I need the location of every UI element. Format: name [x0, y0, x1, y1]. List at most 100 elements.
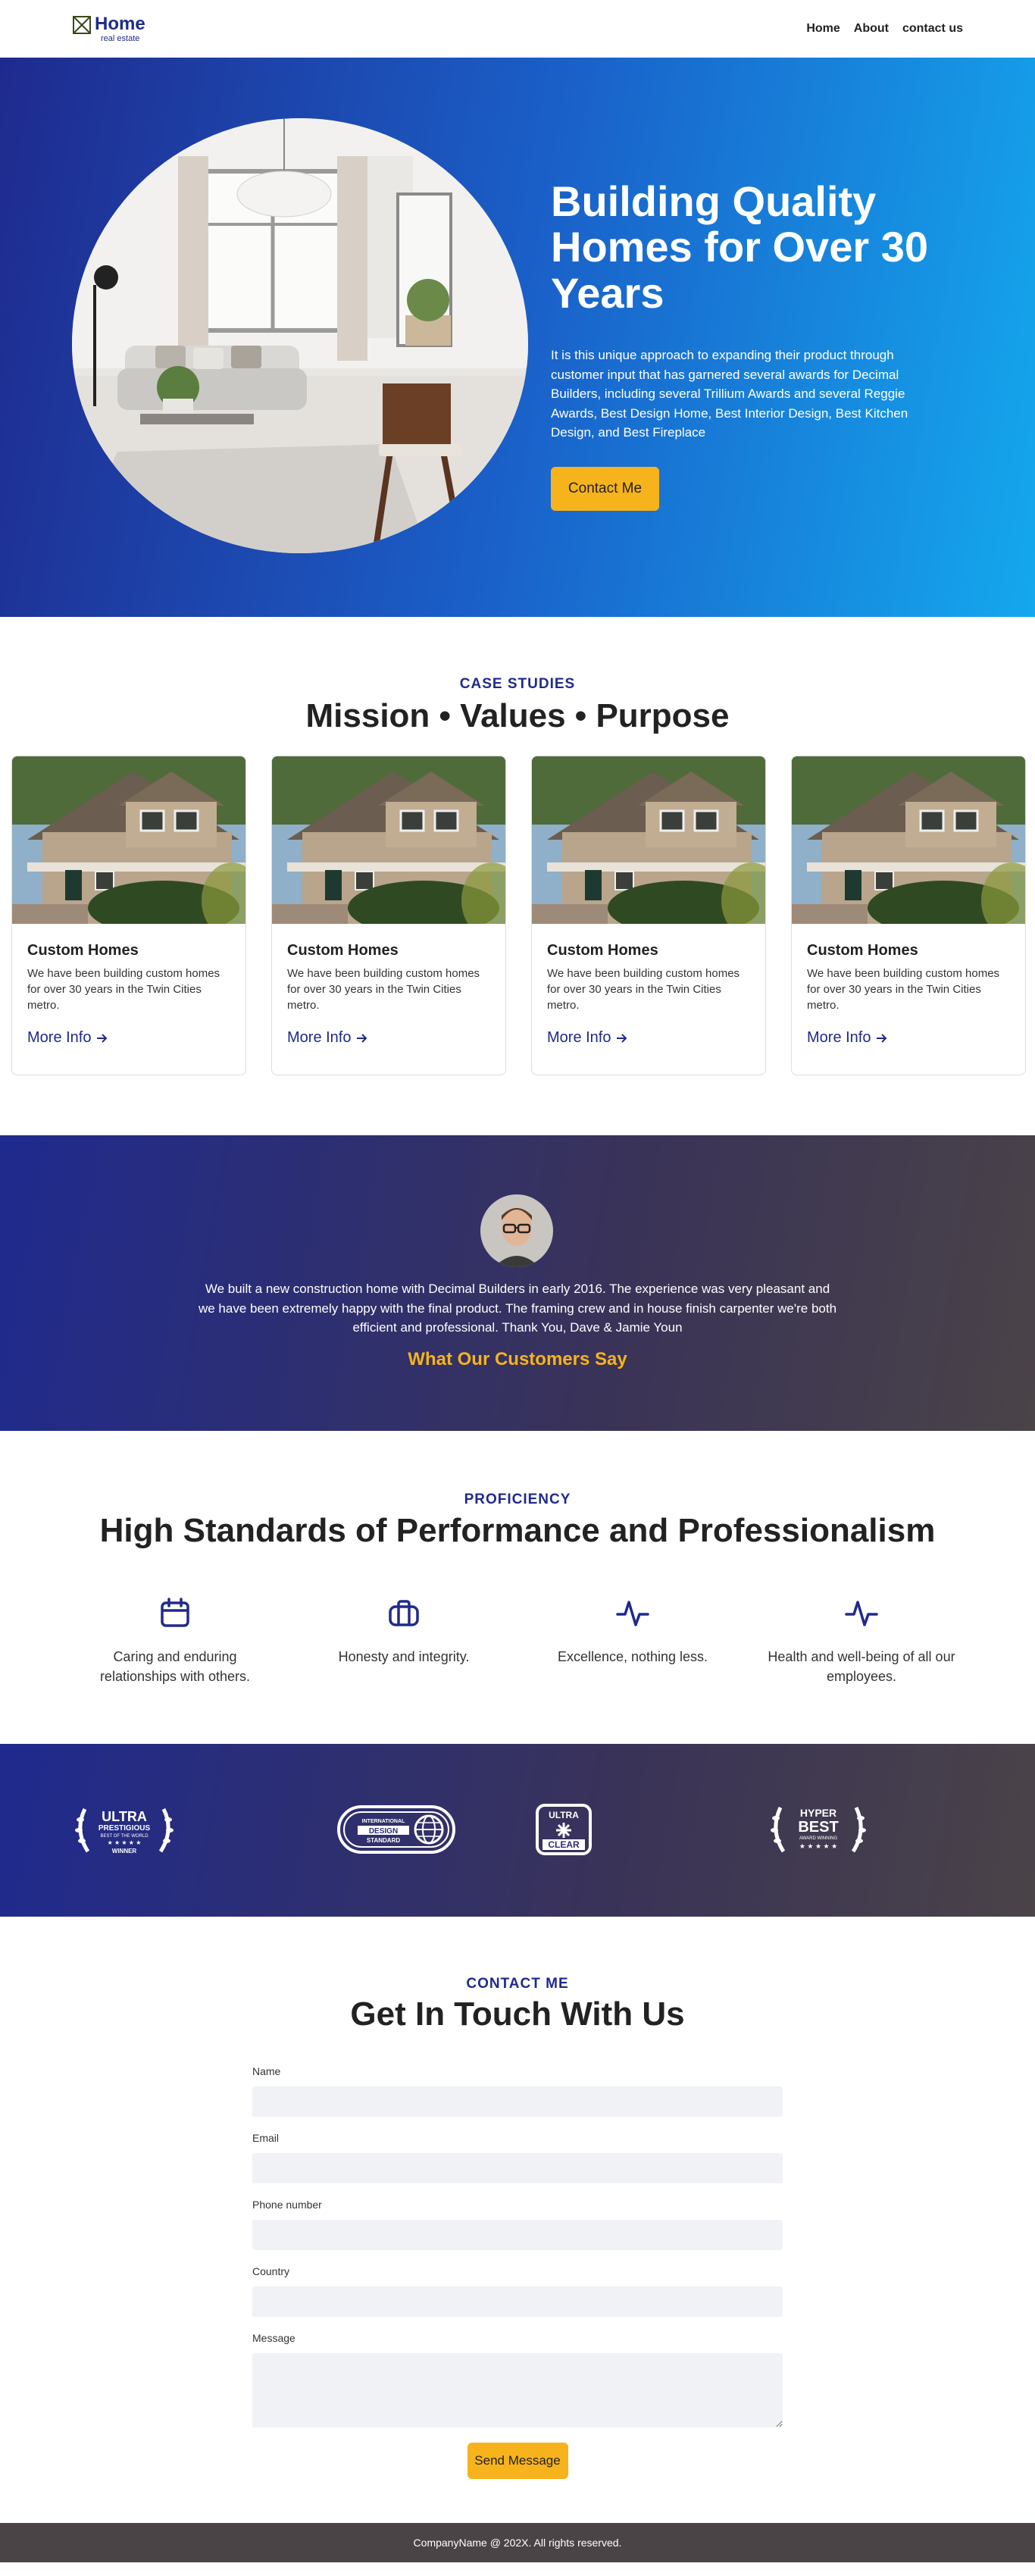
feature-text: Caring and enduring relationships with o…	[99, 1649, 251, 1685]
feature-item: Excellence, nothing less.	[518, 1596, 747, 1686]
contact-title: Get In Touch With Us	[350, 1995, 685, 2033]
more-info-link[interactable]: More Info	[287, 1029, 367, 1047]
arrow-right-icon	[877, 1033, 887, 1043]
name-field[interactable]	[252, 2086, 783, 2117]
nav-link-about[interactable]: About	[854, 22, 889, 36]
proficiency-title: High Standards of Performance and Profes…	[99, 1512, 936, 1549]
awards-section: ULTRA PRESTIGIOUS BEST OF THE WORLD ★ ★ …	[0, 1744, 1035, 1917]
more-info-label: More Info	[547, 1029, 611, 1046]
case-studies-title: Mission • Values • Purpose	[305, 697, 730, 734]
testimonial-section: We built a new construction home with De…	[0, 1135, 1035, 1431]
award-1-line2: PRESTIGIOUS	[98, 1824, 151, 1833]
laurel-award-icon: HYPER BEST AWARD WINNING ★ ★ ★ ★ ★	[771, 1806, 866, 1853]
feature-item: Caring and enduring relationships with o…	[61, 1596, 289, 1686]
contact-form: Name Email Phone number Country Message …	[252, 2065, 783, 2479]
case-card: Custom Homes We have been building custo…	[791, 756, 1026, 1075]
arrow-right-icon	[97, 1033, 108, 1043]
award-1-line1: ULTRA	[102, 1809, 147, 1824]
nav-link-contact[interactable]: contact us	[902, 22, 963, 36]
brand-title: Home	[95, 13, 145, 34]
shield-badge-icon: ULTRA CLEAR	[536, 1804, 592, 1855]
house-image	[12, 756, 245, 938]
award-2-line1: INTERNATIONAL	[362, 1819, 405, 1824]
award-3-line1: ULTRA	[549, 1810, 579, 1820]
briefcase-icon	[389, 1600, 419, 1626]
card-title: Custom Homes	[547, 942, 658, 959]
contact-me-button[interactable]: Contact Me	[551, 467, 659, 511]
country-field[interactable]	[252, 2286, 783, 2317]
hero-description: It is this unique approach to expanding …	[551, 348, 908, 440]
award-1-line3: BEST OF THE WORLD	[100, 1834, 149, 1839]
footer: CompanyName @ 202X. All rights reserved.	[0, 2523, 1035, 2562]
top-nav: Home real estate Home About contact us	[0, 0, 1035, 58]
card-title: Custom Homes	[807, 942, 918, 959]
case-card: Custom Homes We have been building custo…	[11, 756, 246, 1075]
email-label: Email	[252, 2132, 280, 2144]
phone-field[interactable]	[252, 2220, 783, 2250]
award-4-line1: HYPER	[800, 1807, 836, 1819]
house-image	[792, 756, 1025, 938]
svg-text:★ ★ ★ ★ ★: ★ ★ ★ ★ ★	[799, 1842, 837, 1850]
phone-label: Phone number	[252, 2199, 322, 2211]
features-list: Caring and enduring relationships with o…	[61, 1596, 976, 1686]
more-info-link[interactable]: More Info	[807, 1029, 887, 1047]
feature-text: Honesty and integrity.	[338, 1649, 470, 1664]
message-label: Message	[252, 2332, 295, 2344]
card-title: Custom Homes	[27, 942, 139, 959]
award-4-line2: BEST	[798, 1819, 838, 1836]
card-text: We have been building custom homes for o…	[27, 967, 220, 1012]
arrow-right-icon	[617, 1033, 627, 1043]
case-card: Custom Homes We have been building custo…	[271, 756, 506, 1075]
proficiency-section: PROFICIENCY High Standards of Performanc…	[0, 1431, 1035, 1744]
more-info-label: More Info	[27, 1029, 92, 1046]
globe-badge-icon: INTERNATIONAL DESIGN STANDARD	[337, 1805, 455, 1854]
card-text: We have been building custom homes for o…	[287, 967, 480, 1012]
message-field[interactable]	[252, 2353, 783, 2427]
feature-text: Health and well-being of all our employe…	[768, 1649, 955, 1685]
house-image	[532, 756, 765, 938]
feature-text: Excellence, nothing less.	[557, 1649, 708, 1664]
pulse-icon	[616, 1601, 649, 1626]
case-studies-section: CASE STUDIES Mission • Values • Purpose	[0, 617, 1035, 1135]
case-studies-eyebrow: CASE STUDIES	[459, 676, 576, 692]
svg-text:★ ★ ★ ★ ★: ★ ★ ★ ★ ★	[108, 1839, 142, 1846]
nav-links: Home About contact us	[806, 22, 963, 36]
award-3-line2: CLEAR	[548, 1839, 580, 1850]
brand-subtitle: real estate	[101, 33, 140, 43]
name-label: Name	[252, 2065, 281, 2077]
more-info-link[interactable]: More Info	[27, 1029, 108, 1047]
card-text: We have been building custom homes for o…	[807, 967, 1000, 1012]
feature-item: Honesty and integrity.	[289, 1596, 518, 1686]
testimonial-quote: We built a new construction home with De…	[198, 1282, 837, 1335]
proficiency-eyebrow: PROFICIENCY	[464, 1491, 571, 1507]
hero-section: Building Quality Homes for Over 30 Years…	[0, 58, 1035, 617]
hero-title: Building Quality Homes for Over 30 Years	[551, 177, 928, 317]
card-title: Custom Homes	[287, 942, 399, 959]
pulse-icon	[845, 1601, 878, 1626]
email-field[interactable]	[252, 2153, 783, 2183]
award-2-line2: DESIGN	[369, 1827, 398, 1836]
copyright-text: CompanyName @ 202X. All rights reserved.	[413, 2537, 622, 2549]
award-1-line4: WINNER	[112, 1848, 137, 1855]
laurel-award-icon: ULTRA PRESTIGIOUS BEST OF THE WORLD ★ ★ …	[75, 1808, 174, 1855]
logo-icon	[73, 15, 91, 34]
brand-logo[interactable]: Home real estate	[72, 13, 145, 43]
hero-living-room-image	[72, 118, 528, 553]
award-2-line3: STANDARD	[367, 1837, 401, 1844]
avatar	[480, 1194, 553, 1267]
contact-eyebrow: CONTACT ME	[466, 1976, 569, 1992]
more-info-link[interactable]: More Info	[547, 1029, 627, 1047]
calendar-icon	[161, 1598, 189, 1627]
case-card: Custom Homes We have been building custo…	[531, 756, 766, 1075]
contact-section: CONTACT ME Get In Touch With Us Name Ema…	[0, 1917, 1035, 2523]
nav-link-home[interactable]: Home	[806, 22, 840, 36]
feature-item: Health and well-being of all our employe…	[747, 1596, 976, 1686]
award-4-line3: AWARD WINNING	[799, 1836, 838, 1841]
testimonial-heading: What Our Customers Say	[408, 1349, 627, 1369]
send-message-button[interactable]: Send Message	[467, 2443, 568, 2479]
arrow-right-icon	[357, 1033, 367, 1043]
more-info-label: More Info	[807, 1029, 871, 1046]
more-info-label: More Info	[287, 1029, 352, 1046]
country-label: Country	[252, 2265, 290, 2277]
house-image	[272, 756, 505, 938]
